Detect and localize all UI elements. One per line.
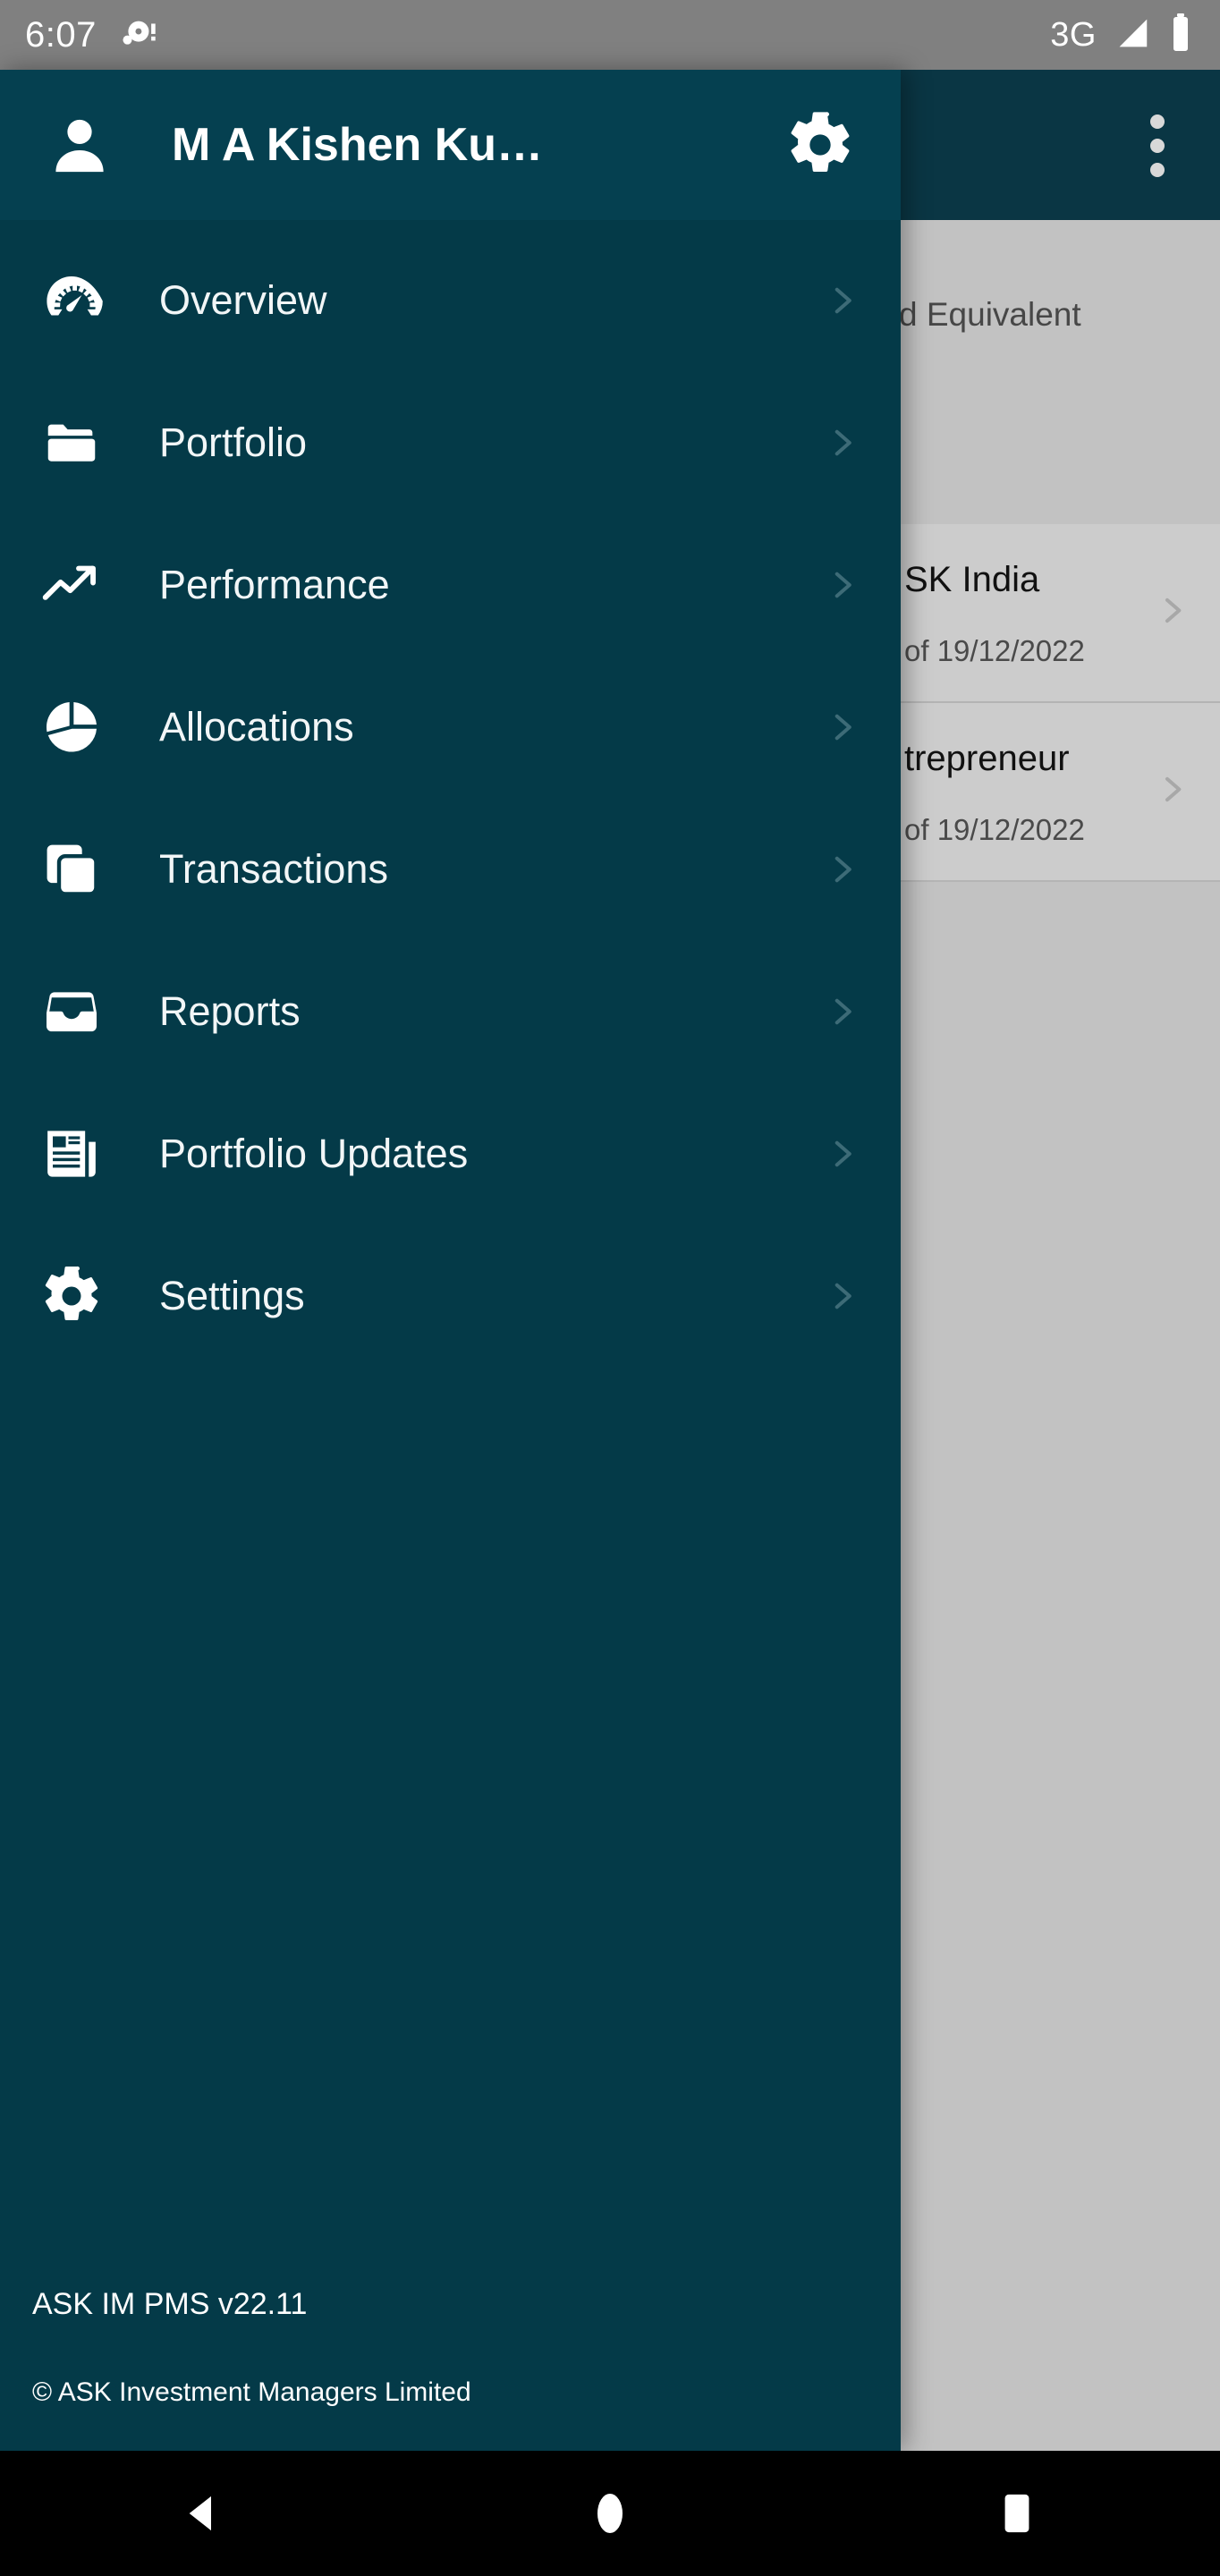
sidebar-item-reports[interactable]: Reports — [0, 940, 901, 1082]
back-button[interactable] — [145, 2451, 261, 2576]
chevron-right-icon — [1154, 584, 1190, 642]
sidebar-item-transactions[interactable]: Transactions — [0, 798, 901, 940]
background-section-title: d Equivalent — [899, 296, 1081, 333]
sidebar-item-label: Settings — [159, 1272, 305, 1318]
chevron-right-icon — [815, 844, 868, 894]
gear-icon — [30, 1255, 113, 1337]
network-type-label: 3G — [1050, 15, 1097, 54]
chevron-right-icon — [815, 1129, 868, 1179]
inbox-tray-icon — [30, 970, 113, 1053]
drawer-title: M A Kishen Ku… — [172, 119, 544, 171]
status-bar: 6:07 3G — [0, 0, 1220, 70]
pie-chart-icon — [30, 686, 113, 768]
chevron-right-icon — [815, 418, 868, 468]
chevron-right-icon — [815, 702, 868, 752]
speedometer-icon — [30, 259, 113, 342]
sidebar-item-settings[interactable]: Settings — [0, 1224, 901, 1367]
home-button[interactable] — [552, 2451, 668, 2576]
status-clock: 6:07 — [25, 14, 97, 55]
signal-icon — [1109, 13, 1154, 58]
sidebar-item-label: Reports — [159, 987, 301, 1034]
drawer-spacer — [0, 1367, 901, 2287]
app-version-label: ASK IM PMS v22.11 — [32, 2287, 308, 2321]
drawer-footer: ASK IM PMS v22.11 © ASK Investment Manag… — [0, 2287, 901, 2451]
gear-icon[interactable] — [777, 102, 863, 188]
sidebar-item-overview[interactable]: Overview — [0, 229, 901, 371]
notification-dot-icon — [116, 13, 157, 58]
phone-screen: 6:07 3G d Equivalent SK India of 19/12/2… — [0, 0, 1220, 2576]
navigation-drawer: M A Kishen Ku… Overview Portfolio Perfor… — [0, 70, 901, 2451]
copyright-label: © ASK Investment Managers Limited — [32, 2377, 471, 2407]
sidebar-item-portfolio[interactable]: Portfolio — [0, 371, 901, 513]
status-bar-right: 3G — [1050, 12, 1195, 59]
folder-icon — [30, 402, 113, 484]
system-navigation-bar — [0, 2451, 1220, 2576]
sidebar-item-label: Portfolio — [159, 419, 308, 465]
drawer-header: M A Kishen Ku… — [0, 70, 901, 220]
background-card[interactable]: SK India of 19/12/2022 — [899, 524, 1220, 703]
sidebar-item-label: Overview — [159, 276, 327, 323]
background-card[interactable]: trepreneur of 19/12/2022 — [899, 703, 1220, 882]
sidebar-item-label: Allocations — [159, 703, 354, 750]
battery-icon — [1166, 12, 1195, 59]
recents-button[interactable] — [959, 2451, 1075, 2576]
sidebar-item-portfolio-updates[interactable]: Portfolio Updates — [0, 1082, 901, 1224]
more-vertical-icon[interactable] — [1131, 114, 1184, 177]
chevron-right-icon — [815, 275, 868, 326]
layers-copy-icon — [30, 828, 113, 911]
newspaper-icon — [30, 1113, 113, 1195]
chevron-right-icon — [815, 987, 868, 1037]
person-icon[interactable] — [41, 106, 118, 183]
status-bar-left: 6:07 — [25, 13, 157, 58]
trending-up-icon — [30, 544, 113, 626]
chevron-right-icon — [1154, 763, 1190, 821]
chevron-right-icon — [815, 560, 868, 610]
sidebar-item-label: Portfolio Updates — [159, 1130, 469, 1176]
sidebar-item-label: Performance — [159, 561, 390, 607]
sidebar-item-performance[interactable]: Performance — [0, 513, 901, 656]
sidebar-item-label: Transactions — [159, 845, 388, 892]
sidebar-item-allocations[interactable]: Allocations — [0, 656, 901, 798]
chevron-right-icon — [815, 1271, 868, 1321]
drawer-nav-list: Overview Portfolio Performance Allocatio… — [0, 220, 901, 1367]
